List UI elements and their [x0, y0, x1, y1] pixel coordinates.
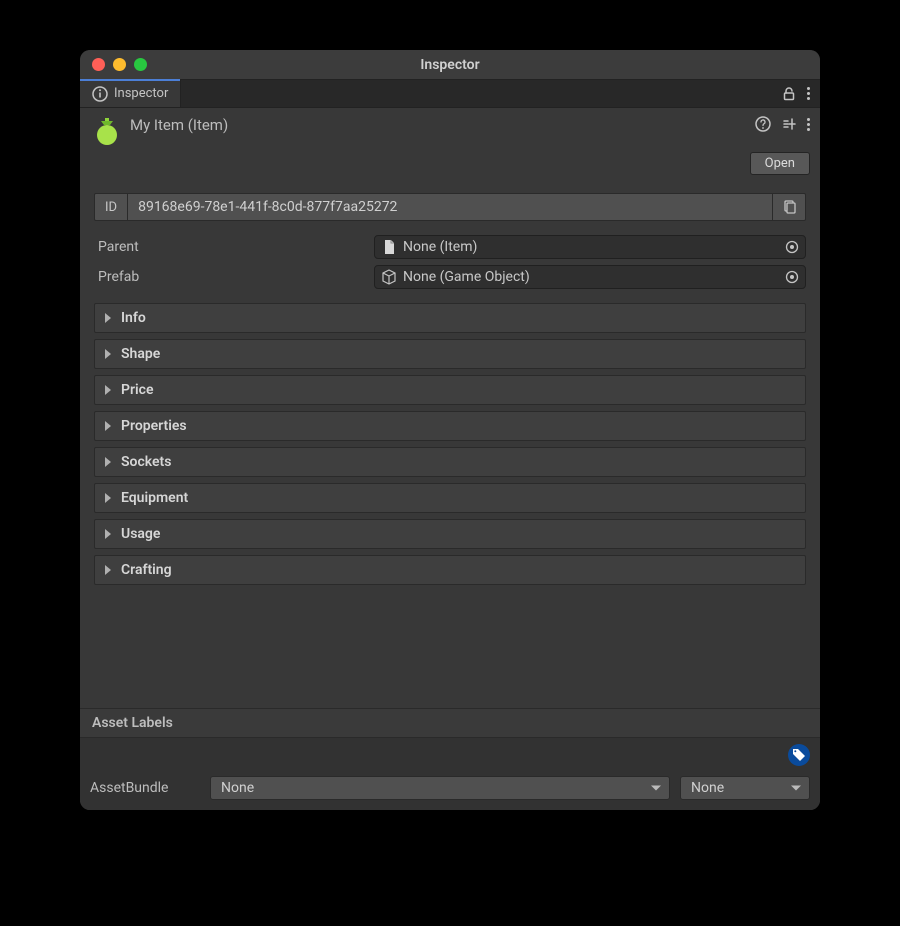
add-label-button[interactable]: [788, 744, 810, 766]
parent-row: Parent None (Item): [94, 235, 806, 259]
foldout-label: Crafting: [121, 562, 172, 578]
traffic-lights: [92, 58, 147, 71]
component-menu-icon[interactable]: [807, 118, 810, 131]
chevron-down-icon: [651, 786, 661, 791]
foldout-crafting[interactable]: Crafting: [94, 555, 806, 585]
foldout-label: Price: [121, 382, 154, 398]
titlebar: Inspector: [80, 50, 820, 80]
asset-bundle-row: AssetBundle None None: [80, 770, 820, 810]
caret-right-icon: [105, 493, 111, 503]
asset-title: My Item (Item): [130, 116, 755, 134]
foldout-label: Equipment: [121, 490, 188, 506]
caret-right-icon: [105, 457, 111, 467]
caret-right-icon: [105, 565, 111, 575]
foldout-properties[interactable]: Properties: [94, 411, 806, 441]
caret-right-icon: [105, 385, 111, 395]
help-icon[interactable]: [755, 116, 771, 132]
foldout-price[interactable]: Price: [94, 375, 806, 405]
caret-right-icon: [105, 529, 111, 539]
copy-id-button[interactable]: [772, 193, 806, 221]
tag-icon: [792, 748, 806, 762]
id-label: ID: [94, 193, 128, 221]
asset-bundle-dropdown[interactable]: None: [210, 776, 670, 800]
caret-right-icon: [105, 313, 111, 323]
inspector-body: ID 89168e69-78e1-441f-8c0d-877f7aa25272 …: [80, 183, 820, 810]
cube-icon: [381, 269, 397, 285]
prefab-row: Prefab None (Game Object): [94, 265, 806, 289]
parent-label: Parent: [94, 239, 374, 255]
caret-right-icon: [105, 349, 111, 359]
prefab-value: None (Game Object): [403, 269, 530, 285]
chevron-down-icon: [791, 786, 801, 791]
asset-bundle-variant-dropdown[interactable]: None: [680, 776, 810, 800]
tab-right-controls: [781, 80, 820, 107]
asset-labels-header: Asset Labels: [80, 709, 820, 738]
foldout-sockets[interactable]: Sockets: [94, 447, 806, 477]
tab-bar: Inspector: [80, 80, 820, 108]
foldout-usage[interactable]: Usage: [94, 519, 806, 549]
asset-labels-body: [80, 738, 820, 770]
tab-inspector[interactable]: Inspector: [80, 80, 181, 107]
asset-bundle-value: None: [221, 780, 254, 796]
tab-menu-icon[interactable]: [807, 87, 810, 100]
foldout-info[interactable]: Info: [94, 303, 806, 333]
foldout-shape[interactable]: Shape: [94, 339, 806, 369]
parent-object-field[interactable]: None (Item): [374, 235, 806, 259]
foldout-equipment[interactable]: Equipment: [94, 483, 806, 513]
close-window-button[interactable]: [92, 58, 105, 71]
asset-bundle-variant-value: None: [691, 780, 724, 796]
foldout-label: Usage: [121, 526, 160, 542]
caret-right-icon: [105, 421, 111, 431]
maximize-window-button[interactable]: [134, 58, 147, 71]
asset-header: My Item (Item): [80, 108, 820, 152]
id-row: ID 89168e69-78e1-441f-8c0d-877f7aa25272: [94, 193, 806, 221]
minimize-window-button[interactable]: [113, 58, 126, 71]
document-icon: [381, 239, 397, 255]
item-thumbnail-icon: [90, 114, 124, 148]
inspector-footer: Asset Labels AssetBundle None None: [80, 708, 820, 810]
asset-bundle-label: AssetBundle: [90, 780, 200, 796]
foldout-label: Sockets: [121, 454, 171, 470]
window-title: Inspector: [80, 57, 820, 73]
presets-icon[interactable]: [781, 116, 797, 132]
tab-label: Inspector: [114, 86, 168, 101]
foldout-list: Info Shape Price Properties Sockets Equi…: [94, 303, 806, 585]
inspector-window: Inspector Inspector My Item (Item) Open: [80, 50, 820, 810]
object-picker-icon[interactable]: [785, 270, 799, 284]
prefab-label: Prefab: [94, 269, 374, 285]
parent-value: None (Item): [403, 239, 477, 255]
prefab-object-field[interactable]: None (Game Object): [374, 265, 806, 289]
foldout-label: Shape: [121, 346, 160, 362]
foldout-label: Properties: [121, 418, 187, 434]
open-button[interactable]: Open: [750, 152, 810, 175]
id-value-field[interactable]: 89168e69-78e1-441f-8c0d-877f7aa25272: [128, 193, 772, 221]
foldout-label: Info: [121, 310, 146, 326]
lock-open-icon[interactable]: [781, 86, 797, 102]
object-picker-icon[interactable]: [785, 240, 799, 254]
info-icon: [92, 86, 108, 102]
